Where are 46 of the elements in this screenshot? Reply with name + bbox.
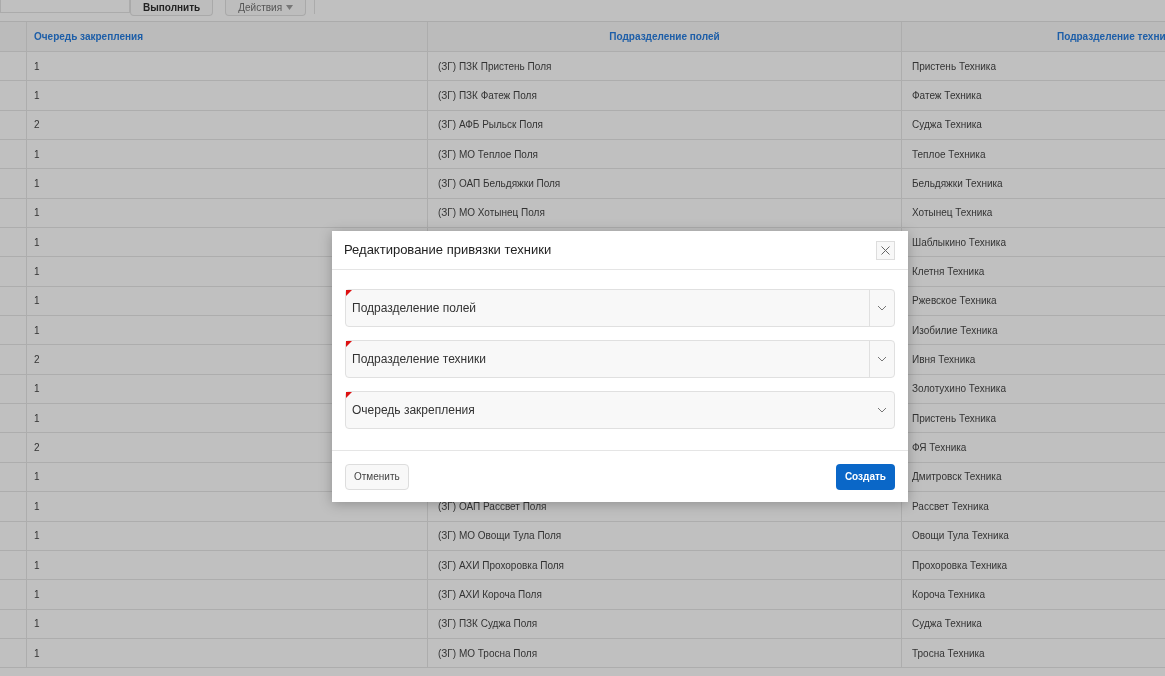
table-cell: Короча Техника <box>902 580 1165 610</box>
table-cell: Теплое Техника <box>902 140 1165 170</box>
table-cell: 1 <box>27 550 428 581</box>
table-cell: 1 <box>27 140 428 170</box>
table-cell: (ЗГ) ПЗК Фатеж Поля <box>428 81 902 111</box>
table-cell: 1 <box>27 521 428 551</box>
table-cell: (ЗГ) МО Овощи Тула Поля <box>428 521 902 551</box>
chevron-down-icon <box>876 407 887 413</box>
table-cell: Тросна Техника <box>902 638 1165 669</box>
create-button[interactable]: Создать <box>835 463 895 490</box>
table-cell: (ЗГ) ПЗК Пристень Поля <box>428 52 902 82</box>
table-cell: Фатеж Техника <box>902 81 1165 111</box>
table-cell: Бельдяжки Техника <box>902 169 1165 199</box>
cancel-button[interactable]: Отменить <box>345 463 409 490</box>
table-cell: (ЗГ) АХИ Короча Поля <box>428 580 902 610</box>
close-button[interactable] <box>876 240 895 260</box>
table-cell: 1 <box>27 638 428 669</box>
table-cell: Суджа Техника <box>902 110 1165 141</box>
table-cell: Суджа Техника <box>902 609 1165 639</box>
table-cell: (ЗГ) АФБ Рыльск Поля <box>428 110 902 141</box>
select-field[interactable]: Очередь закрепления <box>345 391 895 429</box>
caret-icon <box>286 5 294 10</box>
table-cell: Прохоровка Техника <box>902 550 1165 581</box>
table-cell: Пристень Техника <box>902 52 1165 82</box>
actions-menu-button[interactable]: Действия <box>225 0 307 16</box>
table-cell: (ЗГ) МО Тросна Поля <box>428 638 902 669</box>
table-cell: Овощи Тула Техника <box>902 521 1165 551</box>
run-button[interactable]: Выполнить <box>130 0 214 16</box>
chevron-down-icon <box>877 356 887 362</box>
table-cell: 1 <box>27 169 428 199</box>
table-cell: 2 <box>27 110 428 141</box>
table-cell: (ЗГ) МО Хотынец Поля <box>428 198 902 229</box>
select-field[interactable]: Подразделение техники <box>345 340 895 378</box>
table-cell: 1 <box>27 52 428 82</box>
table-cell: 1 <box>27 580 428 610</box>
table-cell: (ЗГ) ПЗК Суджа Поля <box>428 609 902 639</box>
chevron-down-icon <box>877 305 887 311</box>
table-cell: 1 <box>27 609 428 639</box>
table-cell: 1 <box>27 198 428 229</box>
table-cell: (ЗГ) МО Теплое Поля <box>428 140 902 170</box>
table-cell: (ЗГ) ОАП Бельдяжки Поля <box>428 169 902 199</box>
close-icon <box>881 245 890 255</box>
table-cell: Хотынец Техника <box>902 198 1165 229</box>
select-field[interactable]: Подразделение полей <box>345 289 895 327</box>
table-cell: (ЗГ) АХИ Прохоровка Поля <box>428 550 902 581</box>
table-cell: 1 <box>27 81 428 111</box>
